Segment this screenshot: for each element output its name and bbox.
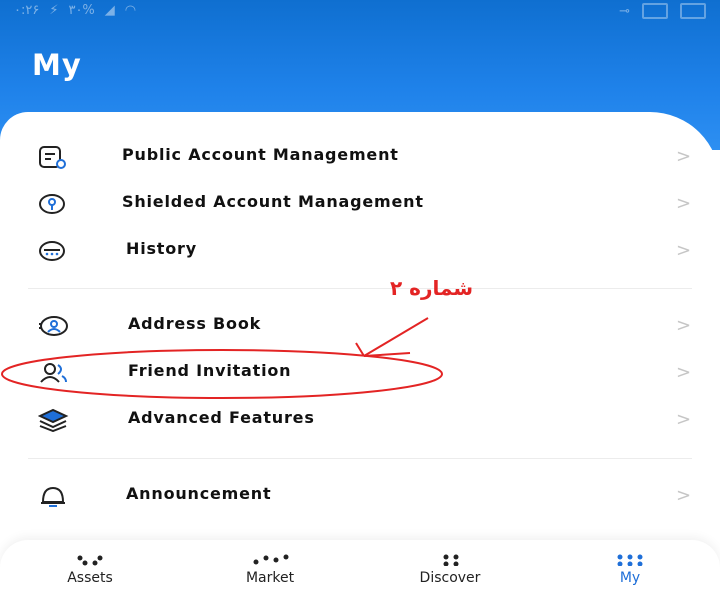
tab-discover[interactable]: Discover: [360, 540, 540, 600]
menu-item-label: Advanced Features: [128, 408, 315, 427]
users-icon: [40, 363, 67, 383]
annotation-label: شماره ۲: [390, 276, 474, 300]
address-book-icon: [39, 316, 68, 336]
shield-key-icon: [39, 194, 65, 214]
chevron-right-icon: >: [676, 315, 692, 336]
battery-icon: [642, 3, 668, 19]
signal-icon: ◢: [104, 3, 115, 18]
menu-item-history[interactable]: History >: [0, 228, 720, 274]
tab-my[interactable]: My: [540, 540, 720, 600]
chevron-right-icon: >: [676, 193, 692, 214]
menu-item-shielded-account-management[interactable]: Shielded Account Management >: [0, 181, 720, 227]
tab-label: My: [619, 570, 641, 586]
bottom-nav: Assets Market Discover My: [0, 540, 720, 600]
bell-icon: [41, 486, 65, 507]
menu-item-address-book[interactable]: Address Book >: [0, 303, 720, 349]
key-icon: ⊸: [619, 3, 630, 19]
menu-item-label: Friend Invitation: [128, 361, 292, 380]
tab-label: Market: [245, 570, 295, 586]
market-icon: [253, 554, 289, 565]
menu-item-label: Address Book: [128, 314, 262, 333]
document-icon: [39, 146, 66, 169]
chevron-right-icon: >: [676, 362, 692, 383]
chevron-right-icon: >: [676, 409, 692, 430]
status-bar: ۰:۲۶ ⚡ ۳۰% ◢ ◠ ⊸: [0, 0, 720, 24]
message-icon: [680, 3, 706, 19]
divider: [28, 458, 692, 459]
assets-icon: [77, 555, 103, 566]
menu-item-announcement[interactable]: Announcement >: [0, 473, 720, 519]
chevron-right-icon: >: [676, 240, 692, 261]
discover-icon: [443, 554, 459, 566]
menu-item-label: Shielded Account Management: [122, 192, 424, 211]
chevron-right-icon: >: [676, 146, 692, 167]
clock: ۰:۲۶: [14, 3, 40, 18]
page-title: My: [32, 48, 82, 82]
menu-item-label: History: [126, 239, 197, 258]
menu-item-friend-invitation[interactable]: Friend Invitation >: [0, 350, 720, 396]
menu-item-label: Public Account Management: [122, 145, 399, 164]
battery-percent: ۳۰%: [68, 3, 95, 18]
wifi-icon: ◠: [124, 3, 137, 18]
tab-label: Discover: [419, 570, 481, 586]
layers-icon: [38, 408, 69, 432]
my-icon: [617, 554, 643, 566]
tab-label: Assets: [67, 570, 113, 586]
divider: [28, 288, 692, 289]
menu-item-label: Announcement: [126, 484, 272, 503]
history-icon: [39, 241, 65, 261]
tab-assets[interactable]: Assets: [0, 540, 180, 600]
lightning-icon: ⚡: [49, 3, 59, 18]
tab-market[interactable]: Market: [180, 540, 360, 600]
menu-item-public-account-management[interactable]: Public Account Management >: [0, 134, 720, 180]
chevron-right-icon: >: [676, 485, 692, 506]
menu-item-advanced-features[interactable]: Advanced Features >: [0, 397, 720, 443]
